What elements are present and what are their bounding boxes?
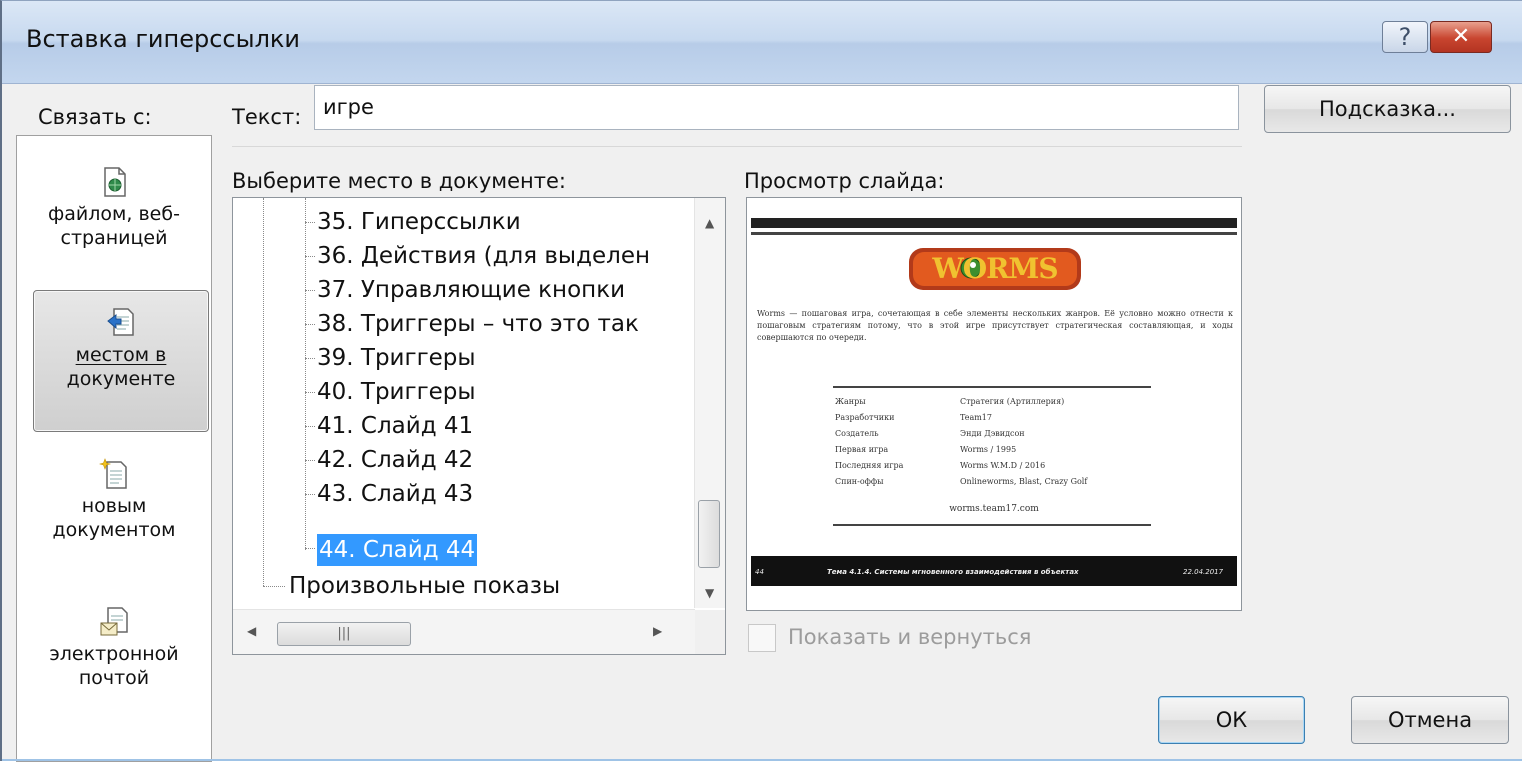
- scroll-left-icon[interactable]: ◀: [247, 624, 256, 638]
- tree-connector: [305, 256, 315, 257]
- link-to-email-line1: электронной: [49, 643, 179, 665]
- slide-info-row: Первая игра Worms / 1995: [835, 442, 1155, 458]
- new-document-icon: [98, 458, 129, 490]
- scroll-right-icon[interactable]: ▶: [653, 624, 662, 638]
- tree-item[interactable]: 35. Гиперссылки: [317, 206, 521, 238]
- document-place-tree: 35. Гиперссылки 36. Действия (для выделе…: [232, 197, 726, 655]
- scroll-down-icon[interactable]: ▼: [705, 586, 714, 600]
- tree-connector: [305, 392, 315, 393]
- horizontal-scrollbar[interactable]: ◀ ||| ▶: [233, 609, 695, 654]
- slide-info-row: Спин-оффы Onlineworms, Blast, Crazy Golf: [835, 474, 1155, 490]
- slide-footer-date: 22.04.2017: [1183, 568, 1224, 576]
- slide-info-row: Создатель Энди Дэвидсон: [835, 426, 1155, 442]
- tree-connector: [305, 548, 315, 549]
- link-to-web-page[interactable]: файлом, веб- страницей: [17, 166, 211, 250]
- link-to-new-document-line1: новым: [81, 495, 147, 517]
- tree-item[interactable]: 40. Триггеры: [317, 376, 476, 408]
- tree-guide-line: [263, 198, 264, 586]
- slide-paragraph: Worms — пошаговая игра, сочетающая в себ…: [757, 309, 1233, 342]
- slide-info-key: Разработчики: [835, 413, 895, 422]
- slide-info-value: Энди Дэвидсон: [960, 429, 1025, 438]
- vertical-scroll-thumb[interactable]: [698, 500, 720, 568]
- tree-item[interactable]: 38. Триггеры – что это так: [317, 308, 639, 340]
- document-place-icon: [106, 307, 136, 339]
- slide-info-key: Спин-оффы: [835, 477, 884, 486]
- slide-info-table: Жанры Стратегия (Артиллерия) Разработчики…: [835, 394, 1155, 490]
- slide-info-value: Team17: [960, 413, 992, 422]
- slide-site-link: worms.team17.com: [949, 504, 1039, 514]
- slide-info-value: Onlineworms, Blast, Crazy Golf: [960, 477, 1088, 486]
- slide-footer-number: 44: [755, 568, 764, 576]
- tree-connector: [263, 586, 285, 587]
- slide-footer-text: Тема 4.1.4. Системы мгновенного взаимоде…: [827, 568, 1079, 576]
- link-to-bar: файлом, веб- страницей местом в документ…: [16, 135, 212, 762]
- slide-top-bar-thin: [751, 232, 1237, 235]
- vertical-scrollbar[interactable]: ▲ ▼: [694, 198, 725, 608]
- link-to-place-line1: местом в: [75, 344, 167, 366]
- tree-connector: [305, 324, 315, 325]
- tree-connector: [305, 494, 315, 495]
- slide-info-value: Стратегия (Артиллерия): [960, 397, 1065, 406]
- cancel-button[interactable]: Отмена: [1351, 696, 1509, 744]
- tree-item[interactable]: 41. Слайд 41: [317, 410, 473, 442]
- tree-connector: [305, 358, 315, 359]
- tree-item-selected[interactable]: 44. Слайд 44: [317, 534, 478, 566]
- separator: [232, 146, 1242, 147]
- tree-item[interactable]: 37. Управляющие кнопки: [317, 274, 625, 306]
- slide-preview: WORMS Worms — пошаговая игра, сочетающая…: [746, 197, 1242, 611]
- show-and-return-checkbox[interactable]: [748, 624, 776, 652]
- email-icon: [99, 606, 129, 638]
- text-to-display-input[interactable]: игре: [314, 85, 1239, 130]
- tree-connector: [305, 222, 315, 223]
- tree-guide-line: [305, 198, 306, 550]
- link-to-email[interactable]: электронной почтой: [17, 606, 211, 690]
- tree-item-custom-shows[interactable]: Произвольные показы: [289, 570, 560, 602]
- dialog-title: Вставка гиперссылки: [26, 25, 300, 53]
- tree-connector: [305, 460, 315, 461]
- web-page-icon: [99, 166, 129, 198]
- slide-info-key: Создатель: [835, 429, 879, 438]
- horizontal-scroll-thumb[interactable]: |||: [277, 622, 411, 646]
- link-to-new-document-line2: документом: [52, 519, 176, 541]
- logo-text: WORMS: [932, 252, 1058, 285]
- link-to-new-document[interactable]: новым документом: [17, 458, 211, 542]
- tree-item[interactable]: 36. Действия (для выделен: [317, 240, 650, 272]
- slide-info-row: Разработчики Team17: [835, 410, 1155, 426]
- link-to-place-in-document[interactable]: местом в документе: [33, 290, 209, 432]
- link-to-web-page-line1: файлом, веб-: [48, 203, 180, 225]
- link-to-email-line2: почтой: [78, 667, 150, 689]
- scroll-up-icon[interactable]: ▲: [705, 216, 714, 230]
- slide-top-bar: [751, 218, 1237, 228]
- slide-info-row: Жанры Стратегия (Артиллерия): [835, 394, 1155, 410]
- slide-info-value: Worms / 1995: [960, 445, 1017, 454]
- tree-item[interactable]: 42. Слайд 42: [317, 444, 473, 476]
- link-to-label: Связать с:: [38, 105, 152, 129]
- place-in-document-label: Выберите место в документе:: [232, 169, 566, 193]
- tree-connector: [305, 290, 315, 291]
- slide-rule-top: [833, 386, 1151, 388]
- slide-info-key: Первая игра: [835, 445, 889, 454]
- scrollbar-corner: [695, 610, 725, 654]
- tree-item[interactable]: 43. Слайд 43: [317, 478, 473, 510]
- screen-tip-button[interactable]: Подсказка...: [1264, 85, 1511, 133]
- slide-info-value: Worms W.M.D / 2016: [960, 461, 1046, 470]
- insert-hyperlink-dialog: Вставка гиперссылки ? ✕ Связать с: Текст…: [0, 0, 1522, 762]
- show-and-return-label: Показать и вернуться: [788, 625, 1032, 649]
- slide-info-row: Последняя игра Worms W.M.D / 2016: [835, 458, 1155, 474]
- ok-button[interactable]: ОК: [1158, 696, 1305, 744]
- link-to-place-line2: документе: [66, 368, 176, 390]
- slide-info-key: Последняя игра: [835, 461, 904, 470]
- help-button[interactable]: ?: [1382, 21, 1428, 53]
- title-bar: Вставка гиперссылки ? ✕: [2, 1, 1522, 84]
- slide-info-key: Жанры: [835, 397, 866, 406]
- close-button[interactable]: ✕: [1430, 21, 1492, 53]
- text-label: Текст:: [232, 105, 302, 129]
- link-to-web-page-line2: страницей: [60, 227, 168, 249]
- tree-item[interactable]: 39. Триггеры: [317, 342, 476, 374]
- tree-connector: [305, 426, 315, 427]
- worms-logo: WORMS: [907, 242, 1083, 300]
- slide-rule-bottom: [833, 524, 1151, 526]
- slide-preview-label: Просмотр слайда:: [744, 169, 945, 193]
